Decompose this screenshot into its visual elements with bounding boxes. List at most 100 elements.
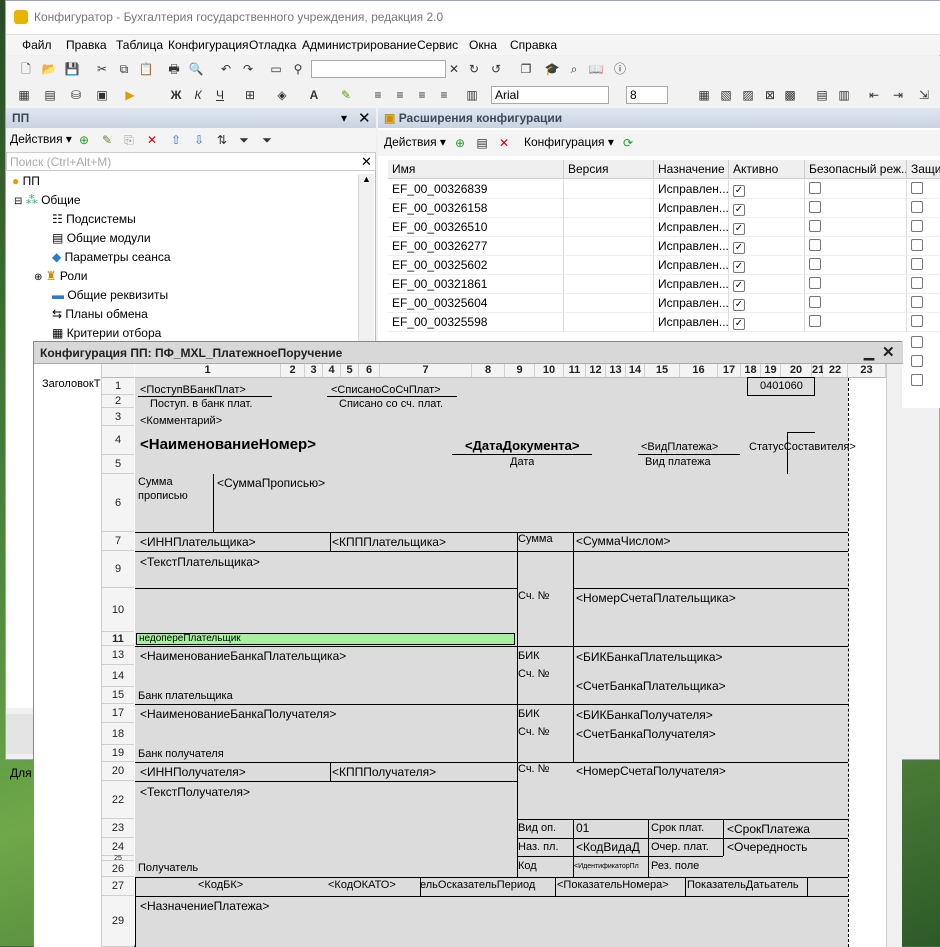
sort-icon[interactable]: ⇅ bbox=[214, 132, 230, 148]
ext-row-active[interactable]: ✓ bbox=[729, 218, 805, 237]
paste-icon[interactable]: 📋 bbox=[138, 61, 154, 77]
ext-row-active[interactable]: ✓ bbox=[729, 256, 805, 275]
ext-row-name[interactable]: EF_00_00326158 bbox=[388, 199, 564, 218]
find-prev-icon[interactable]: ↺ bbox=[488, 61, 504, 77]
area-name[interactable]: ЗаголовокТ bbox=[42, 378, 102, 390]
row-header[interactable]: 14 bbox=[102, 665, 134, 687]
active-checkbox[interactable]: ✓ bbox=[733, 280, 745, 292]
cell-payer-kpp[interactable]: <КПППлательщика> bbox=[332, 535, 446, 549]
new-icon[interactable]: 🗋 bbox=[18, 61, 34, 77]
cell-recipient-bank-account[interactable]: <СчетБанкаПолучателя> bbox=[576, 727, 716, 741]
column-header[interactable]: 14 bbox=[626, 364, 645, 378]
ext-row-purpose[interactable]: Исправлен... bbox=[654, 294, 729, 313]
row-header[interactable]: 11 bbox=[102, 632, 134, 646]
protect-checkbox[interactable] bbox=[911, 220, 923, 232]
edit-icon[interactable]: ✎ bbox=[99, 132, 115, 148]
cell-sum-words[interactable]: <СуммаПрописью> bbox=[217, 476, 325, 490]
cell-payer-bank[interactable]: <НаименованиеБанкаПлательщика> bbox=[140, 649, 346, 663]
column-header[interactable]: 5 bbox=[341, 364, 359, 378]
headers-icon[interactable]: ▨ bbox=[740, 87, 756, 103]
row-header[interactable]: 3 bbox=[102, 408, 134, 426]
info-icon[interactable]: ⓘ bbox=[612, 61, 628, 77]
cell-recipient-bik[interactable]: <БИКБанкаПолучателя> bbox=[576, 708, 713, 722]
ext-row-purpose[interactable]: Исправлен... bbox=[654, 275, 729, 294]
protect-checkbox[interactable] bbox=[911, 258, 923, 270]
row-header[interactable]: 13 bbox=[102, 646, 134, 665]
ext-row-protect[interactable] bbox=[907, 275, 940, 294]
cell-comment[interactable]: <Комментарий> bbox=[140, 415, 222, 427]
names-icon[interactable]: ▧ bbox=[718, 87, 734, 103]
column-header[interactable]: 22 bbox=[823, 364, 848, 378]
align-right-icon[interactable]: ≡ bbox=[414, 87, 430, 103]
column-header[interactable]: 6 bbox=[359, 364, 380, 378]
menu-debug[interactable]: Отладка bbox=[249, 38, 296, 52]
mark-icon[interactable]: ⊠ bbox=[762, 87, 778, 103]
ext-row-version[interactable] bbox=[564, 237, 654, 256]
bold-icon[interactable]: Ж bbox=[168, 87, 184, 103]
tree-item-subsystems[interactable]: ☷ Подсистемы bbox=[52, 212, 136, 230]
minimize-icon[interactable]: ▁ bbox=[864, 345, 874, 361]
cell-kbk[interactable]: <КодБК> bbox=[198, 879, 243, 891]
cell-reserve-label[interactable]: Рез. поле bbox=[651, 860, 699, 872]
cell-op-type-label[interactable]: Вид оп. bbox=[518, 822, 556, 834]
cell-sum-number[interactable]: <СуммаЧислом> bbox=[576, 534, 670, 548]
ext-add-icon[interactable]: ⊕ bbox=[452, 135, 468, 151]
column-header[interactable]: 10 bbox=[535, 364, 564, 378]
column-header[interactable]: 18 bbox=[741, 364, 761, 378]
print-icon[interactable]: 🖶 bbox=[166, 61, 182, 77]
open-icon[interactable]: 📂 bbox=[41, 61, 57, 77]
cell-postup-label[interactable]: Поступ. в банк плат. bbox=[150, 398, 252, 410]
ext-config-menu[interactable]: Конфигурация ▾ bbox=[524, 135, 614, 149]
safe-mode-checkbox[interactable] bbox=[809, 258, 821, 270]
cell-postup[interactable]: <ПоступВБанкПлат> bbox=[140, 384, 246, 396]
ext-row-active[interactable]: ✓ bbox=[729, 199, 805, 218]
row-header[interactable]: 2 bbox=[102, 395, 134, 408]
corner-cell[interactable] bbox=[102, 364, 134, 378]
run-icon[interactable]: ▶ bbox=[122, 87, 138, 103]
column-header[interactable]: 2 bbox=[281, 364, 305, 378]
row-header[interactable]: 26 bbox=[102, 861, 134, 877]
col-purpose[interactable]: Назначение bbox=[654, 160, 729, 179]
cell-recipient-label[interactable]: Получатель bbox=[138, 862, 198, 874]
cell-sum-words-label[interactable]: Сумма прописью bbox=[138, 475, 210, 503]
column-header[interactable]: 19 bbox=[761, 364, 781, 378]
menu-table[interactable]: Таблица bbox=[116, 38, 163, 52]
cut-icon[interactable]: ✂ bbox=[94, 61, 110, 77]
row-header[interactable]: 27 bbox=[102, 877, 134, 896]
cell-account-label-3[interactable]: Сч. № bbox=[518, 726, 549, 738]
safe-mode-checkbox[interactable] bbox=[809, 277, 821, 289]
cell-code-label[interactable]: Код bbox=[518, 860, 537, 872]
group-icon[interactable]: ▤ bbox=[814, 87, 830, 103]
ext-actions-menu[interactable]: Действия ▾ bbox=[384, 135, 446, 149]
ext-row-purpose[interactable]: Исправлен... bbox=[654, 313, 729, 332]
ext-row-active[interactable]: ✓ bbox=[729, 237, 805, 256]
tree-item-session-params[interactable]: ◆ Параметры сеанса bbox=[52, 250, 171, 268]
protect-checkbox[interactable] bbox=[911, 182, 923, 194]
active-checkbox[interactable]: ✓ bbox=[733, 242, 745, 254]
active-checkbox[interactable]: ✓ bbox=[733, 223, 745, 235]
ext-row-safe[interactable] bbox=[805, 275, 907, 294]
ext-row-protect[interactable] bbox=[907, 294, 940, 313]
cell-okato[interactable]: <КодОКАТО> bbox=[328, 879, 396, 891]
cell-sum-label[interactable]: Сумма bbox=[518, 533, 553, 545]
menu-configuration[interactable]: Конфигурация bbox=[168, 38, 249, 52]
row-header[interactable]: 23 bbox=[102, 819, 134, 838]
row-header[interactable]: 29 bbox=[102, 896, 134, 947]
ext-row-name[interactable]: EF_00_00326510 bbox=[388, 218, 564, 237]
collapse-icon[interactable]: ⊟ bbox=[14, 196, 22, 207]
column-header[interactable]: 16 bbox=[680, 364, 718, 378]
column-header[interactable]: 9 bbox=[505, 364, 535, 378]
ext-row-version[interactable] bbox=[564, 313, 654, 332]
protect-checkbox[interactable] bbox=[911, 315, 923, 327]
row-header[interactable]: 7 bbox=[102, 532, 134, 551]
cell-recipient-kpp[interactable]: <КПППолучателя> bbox=[332, 765, 436, 779]
cell-payer-account[interactable]: <НомерСчетаПлательщика> bbox=[576, 591, 736, 605]
search-icon[interactable]: ⚲ bbox=[290, 61, 306, 77]
safe-mode-checkbox[interactable] bbox=[809, 296, 821, 308]
cell-identifier[interactable]: <ИдентификаторПл bbox=[574, 863, 650, 870]
menu-windows[interactable]: Окна bbox=[469, 38, 497, 52]
move-up-icon[interactable]: ⇧ bbox=[168, 132, 184, 148]
clear-search-icon[interactable]: ✕ bbox=[446, 61, 462, 77]
row-header[interactable]: 10 bbox=[102, 588, 134, 632]
row-header[interactable]: 19 bbox=[102, 745, 134, 762]
